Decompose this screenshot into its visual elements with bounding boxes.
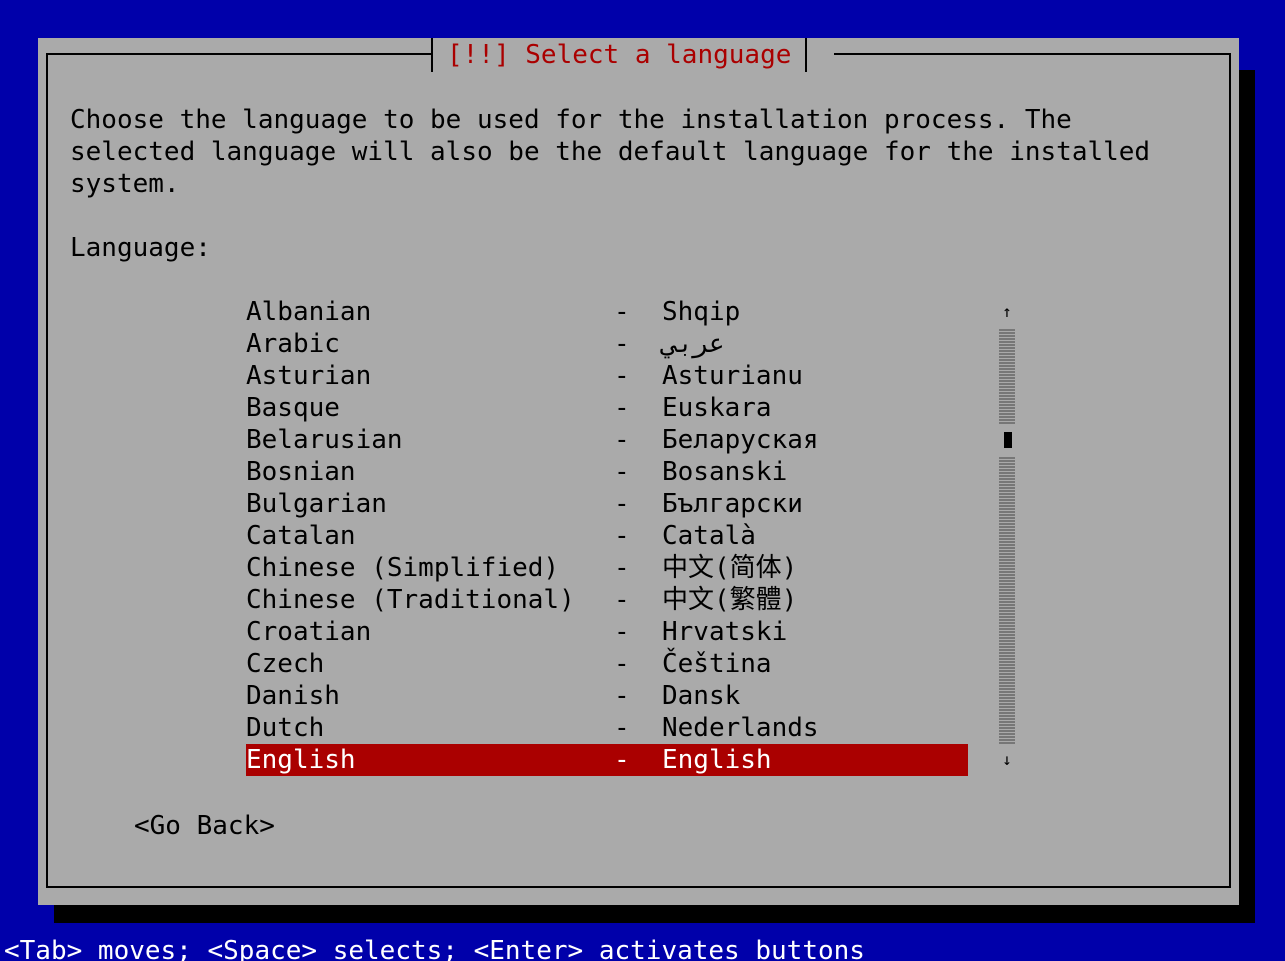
- language-name: Chinese (Traditional): [246, 585, 575, 615]
- language-name: Asturian: [246, 361, 372, 391]
- language-native-name: Čeština: [662, 649, 772, 679]
- language-option[interactable]: Danish - Dansk: [246, 680, 968, 712]
- language-name: Albanian: [246, 297, 372, 327]
- language-list[interactable]: Albanian - Shqip Arabic - عربي Asturian - Asturi…: [246, 296, 968, 776]
- frame-top-right: [834, 53, 1231, 55]
- language-option[interactable]: Croatian - Hrvatski: [246, 616, 968, 648]
- language-separator: -: [614, 617, 630, 647]
- language-name: Arabic: [246, 329, 340, 359]
- language-separator: -: [614, 649, 630, 679]
- language-option[interactable]: Bulgarian - Български: [246, 488, 968, 520]
- language-separator: -: [614, 297, 630, 327]
- go-back-button[interactable]: <Go Back>: [134, 810, 275, 842]
- language-name: Belarusian: [246, 425, 403, 455]
- language-name: Czech: [246, 649, 325, 679]
- status-bar: <Tab> moves; <Space> selects; <Enter> ac…: [4, 936, 865, 961]
- language-native-name: 中文(简体): [662, 553, 798, 583]
- language-name: Dutch: [246, 713, 325, 743]
- language-native-name: Català: [662, 521, 756, 551]
- language-native-name: Беларуская: [662, 425, 819, 455]
- dialog-title-text: [!!] Select a language: [447, 40, 792, 70]
- scroll-up-arrow-icon[interactable]: ↑: [999, 296, 1015, 328]
- language-option[interactable]: Albanian - Shqip: [246, 296, 968, 328]
- language-option[interactable]: Asturian - Asturianu: [246, 360, 968, 392]
- language-option[interactable]: Czech - Čeština: [246, 648, 968, 680]
- language-name: Chinese (Simplified): [246, 553, 560, 583]
- language-separator: -: [614, 361, 630, 391]
- language-option[interactable]: Belarusian - Беларуская: [246, 424, 968, 456]
- language-separator: -: [614, 457, 630, 487]
- language-option[interactable]: Arabic - عربي: [246, 328, 968, 360]
- installer-screen: [!!] Select a language Choose the langua…: [0, 0, 1285, 961]
- scroll-down-arrow-icon[interactable]: ↓: [999, 744, 1015, 776]
- language-name: Basque: [246, 393, 340, 423]
- scroll-track-upper[interactable]: [999, 328, 1015, 424]
- language-separator: -: [614, 393, 630, 423]
- language-option[interactable]: Chinese (Simplified) - 中文(简体): [246, 552, 968, 584]
- language-separator: -: [614, 489, 630, 519]
- language-option[interactable]: Dutch - Nederlands: [246, 712, 968, 744]
- language-native-name: Euskara: [662, 393, 772, 423]
- language-name: Danish: [246, 681, 340, 711]
- language-separator: -: [614, 521, 630, 551]
- language-name: Bulgarian: [246, 489, 387, 519]
- language-native-name: Dansk: [662, 681, 741, 711]
- language-name: Croatian: [246, 617, 372, 647]
- language-option[interactable]: Bosnian - Bosanski: [246, 456, 968, 488]
- language-option[interactable]: Catalan - Català: [246, 520, 968, 552]
- language-native-name: Български: [662, 489, 803, 519]
- language-separator: -: [614, 745, 630, 775]
- dialog-description: Choose the language to be used for the i…: [70, 105, 1151, 199]
- language-option[interactable]: Chinese (Traditional) - 中文(繁體): [246, 584, 968, 616]
- select-language-dialog: [!!] Select a language Choose the langua…: [38, 38, 1239, 905]
- language-separator: -: [614, 553, 630, 583]
- language-option[interactable]: Basque - Euskara: [246, 392, 968, 424]
- language-option-selected[interactable]: English - English: [246, 744, 968, 776]
- language-separator: -: [614, 585, 630, 615]
- language-name: English: [246, 745, 356, 775]
- language-native-name: English: [662, 745, 772, 775]
- language-separator: -: [614, 681, 630, 711]
- language-native-name: Asturianu: [662, 361, 803, 391]
- language-separator: -: [614, 329, 630, 359]
- language-name: Catalan: [246, 521, 356, 551]
- language-native-name: 中文(繁體): [662, 585, 798, 615]
- language-label: Language:: [70, 233, 211, 263]
- language-name: Bosnian: [246, 457, 356, 487]
- scroll-thumb[interactable]: [1004, 432, 1012, 448]
- frame-top-left: [46, 53, 431, 55]
- language-list-scrollbar[interactable]: ↑ ↓: [999, 296, 1015, 776]
- language-native-name: Shqip: [662, 297, 741, 327]
- language-native-name: Bosanski: [662, 457, 788, 487]
- dialog-title: [!!] Select a language: [431, 38, 808, 72]
- scroll-track-lower[interactable]: [999, 456, 1015, 744]
- language-separator: -: [614, 713, 630, 743]
- language-separator: -: [614, 425, 630, 455]
- language-native-name: Nederlands: [662, 713, 819, 743]
- language-native-name: عربي: [662, 329, 725, 359]
- language-native-name: Hrvatski: [662, 617, 788, 647]
